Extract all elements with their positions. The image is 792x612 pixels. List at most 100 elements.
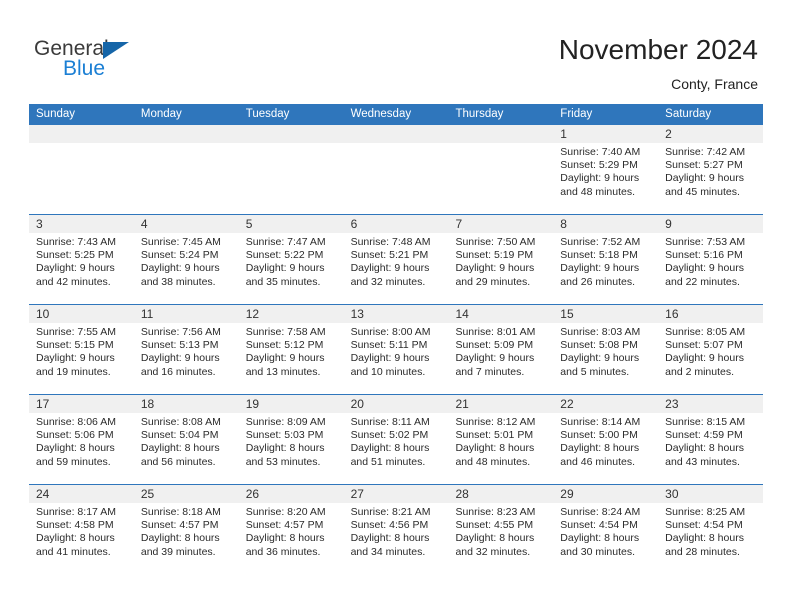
day-info: Sunrise: 7:48 AM Sunset: 5:21 PM Daylight:… bbox=[344, 233, 449, 289]
sunset-text: Sunset: 5:03 PM bbox=[245, 429, 324, 442]
day-cell[interactable]: 10 Sunrise: 7:55 AM Sunset: 5:15 PM Dayligh… bbox=[29, 305, 134, 394]
day-cell[interactable]: 21 Sunrise: 8:12 AM Sunset: 5:01 PM Dayligh… bbox=[448, 395, 554, 484]
sunset-text: Sunset: 4:56 PM bbox=[350, 519, 429, 532]
day-info: Sunrise: 8:17 AM Sunset: 4:58 PM Daylight:… bbox=[29, 503, 134, 559]
daylight-text-line2: and 53 minutes. bbox=[245, 455, 321, 468]
day-cell[interactable]: 6 Sunrise: 7:48 AM Sunset: 5:21 PM Daylight… bbox=[343, 215, 449, 304]
daylight-text-line2: and 38 minutes. bbox=[140, 275, 216, 288]
day-cell[interactable]: 20 Sunrise: 8:11 AM Sunset: 5:02 PM Dayligh… bbox=[343, 395, 449, 484]
daylight-text-line1: Daylight: 8 hours bbox=[140, 442, 220, 455]
day-number: 26 bbox=[238, 485, 344, 503]
day-number: 16 bbox=[658, 305, 764, 323]
sunrise-text: Sunrise: 8:23 AM bbox=[455, 506, 536, 518]
daylight-text-line2: and 32 minutes. bbox=[455, 545, 531, 558]
daylight-text-line1: Daylight: 8 hours bbox=[560, 532, 640, 545]
day-cell[interactable]: 5 Sunrise: 7:47 AM Sunset: 5:22 PM Daylight… bbox=[238, 215, 344, 304]
day-cell[interactable]: 16 Sunrise: 8:05 AM Sunset: 5:07 PM Dayligh… bbox=[658, 305, 764, 394]
day-number: 1 bbox=[553, 125, 659, 143]
daylight-text-line2: and 56 minutes. bbox=[140, 455, 216, 468]
sunrise-text: Sunrise: 8:06 AM bbox=[36, 416, 116, 428]
sunrise-text: Sunrise: 8:08 AM bbox=[140, 416, 221, 428]
day-cell[interactable]: 22 Sunrise: 8:14 AM Sunset: 5:00 PM Dayligh… bbox=[553, 395, 659, 484]
day-cell[interactable]: 29 Sunrise: 8:24 AM Sunset: 4:54 PM Dayligh… bbox=[553, 485, 659, 574]
day-info: Sunrise: 8:01 AM Sunset: 5:09 PM Daylight:… bbox=[448, 323, 553, 379]
daylight-text-line2: and 10 minutes. bbox=[350, 365, 426, 378]
day-number bbox=[133, 125, 239, 143]
daylight-text-line2: and 22 minutes. bbox=[665, 275, 740, 288]
day-cell[interactable]: 26 Sunrise: 8:20 AM Sunset: 4:57 PM Dayligh… bbox=[238, 485, 344, 574]
daylight-text-line1: Daylight: 8 hours bbox=[350, 532, 430, 545]
day-cell[interactable]: 9 Sunrise: 7:53 AM Sunset: 5:16 PM Daylight… bbox=[658, 215, 764, 304]
sunset-text: Sunset: 5:18 PM bbox=[560, 249, 638, 262]
day-number bbox=[238, 125, 344, 143]
day-cell[interactable]: 28 Sunrise: 8:23 AM Sunset: 4:55 PM Dayligh… bbox=[448, 485, 554, 574]
sunrise-text: Sunrise: 8:09 AM bbox=[245, 416, 326, 428]
sunrise-text: Sunrise: 7:55 AM bbox=[36, 326, 116, 338]
daylight-text-line2: and 41 minutes. bbox=[36, 545, 111, 558]
day-info: Sunrise: 7:43 AM Sunset: 5:25 PM Daylight:… bbox=[29, 233, 134, 289]
day-cell[interactable]: 13 Sunrise: 8:00 AM Sunset: 5:11 PM Dayligh… bbox=[343, 305, 449, 394]
day-info: Sunrise: 8:20 AM Sunset: 4:57 PM Daylight:… bbox=[239, 503, 344, 559]
day-cell[interactable]: 4 Sunrise: 7:45 AM Sunset: 5:24 PM Daylight… bbox=[133, 215, 239, 304]
calendar-page: General Blue November 2024 Conty, France… bbox=[0, 0, 792, 612]
day-info: Sunrise: 8:11 AM Sunset: 5:02 PM Daylight:… bbox=[344, 413, 449, 469]
daylight-text-line2: and 39 minutes. bbox=[140, 545, 216, 558]
weekday-header-tuesday: Tuesday bbox=[245, 108, 290, 120]
day-cell[interactable]: 1 Sunrise: 7:40 AM Sunset: 5:29 PM Daylight… bbox=[553, 125, 659, 214]
day-number: 7 bbox=[448, 215, 554, 233]
day-number: 15 bbox=[553, 305, 659, 323]
day-cell[interactable]: 11 Sunrise: 7:56 AM Sunset: 5:13 PM Dayligh… bbox=[133, 305, 239, 394]
day-cell[interactable]: 17 Sunrise: 8:06 AM Sunset: 5:06 PM Dayligh… bbox=[29, 395, 134, 484]
day-cell[interactable]: 8 Sunrise: 7:52 AM Sunset: 5:18 PM Daylight… bbox=[553, 215, 659, 304]
sunset-text: Sunset: 5:08 PM bbox=[560, 339, 638, 352]
day-cell[interactable]: 7 Sunrise: 7:50 AM Sunset: 5:19 PM Daylight… bbox=[448, 215, 554, 304]
day-number: 3 bbox=[29, 215, 134, 233]
day-cell[interactable]: 12 Sunrise: 7:58 AM Sunset: 5:12 PM Dayligh… bbox=[238, 305, 344, 394]
weekday-header-row: Sunday Monday Tuesday Wednesday Thursday Frid… bbox=[29, 104, 763, 125]
day-cell[interactable]: 15 Sunrise: 8:03 AM Sunset: 5:08 PM Dayligh… bbox=[553, 305, 659, 394]
day-info: Sunrise: 7:55 AM Sunset: 5:15 PM Daylight:… bbox=[29, 323, 134, 379]
day-cell[interactable]: 27 Sunrise: 8:21 AM Sunset: 4:56 PM Dayligh… bbox=[343, 485, 449, 574]
sunset-text: Sunset: 5:13 PM bbox=[140, 339, 219, 352]
day-cell[interactable]: 25 Sunrise: 8:18 AM Sunset: 4:57 PM Dayligh… bbox=[133, 485, 239, 574]
daylight-text-line2: and 19 minutes. bbox=[36, 365, 111, 378]
day-cell-empty bbox=[29, 125, 134, 214]
day-cell[interactable]: 19 Sunrise: 8:09 AM Sunset: 5:03 PM Dayligh… bbox=[238, 395, 344, 484]
daylight-text-line1: Daylight: 9 hours bbox=[665, 262, 744, 275]
daylight-text-line1: Daylight: 9 hours bbox=[350, 262, 430, 275]
sunset-text: Sunset: 5:27 PM bbox=[665, 159, 743, 172]
sunrise-text: Sunrise: 7:53 AM bbox=[665, 236, 746, 248]
calendar-week-row: 17 Sunrise: 8:06 AM Sunset: 5:06 PM Dayligh… bbox=[29, 394, 764, 484]
day-number: 11 bbox=[133, 305, 239, 323]
day-cell[interactable]: 14 Sunrise: 8:01 AM Sunset: 5:09 PM Dayligh… bbox=[448, 305, 554, 394]
calendar-grid: Sunday Monday Tuesday Wednesday Thursday Frid… bbox=[29, 104, 764, 574]
day-number: 2 bbox=[658, 125, 764, 143]
daylight-text-line2: and 28 minutes. bbox=[665, 545, 740, 558]
day-cell[interactable]: 24 Sunrise: 8:17 AM Sunset: 4:58 PM Dayligh… bbox=[29, 485, 134, 574]
day-info: Sunrise: 8:21 AM Sunset: 4:56 PM Daylight:… bbox=[344, 503, 449, 559]
day-cell[interactable]: 2 Sunrise: 7:42 AM Sunset: 5:27 PM Daylight… bbox=[658, 125, 764, 214]
day-cell[interactable]: 18 Sunrise: 8:08 AM Sunset: 5:04 PM Dayligh… bbox=[133, 395, 239, 484]
day-info: Sunrise: 8:03 AM Sunset: 5:08 PM Daylight:… bbox=[553, 323, 658, 379]
sunrise-text: Sunrise: 7:50 AM bbox=[455, 236, 536, 248]
day-number: 23 bbox=[658, 395, 764, 413]
daylight-text-line1: Daylight: 8 hours bbox=[245, 532, 325, 545]
day-info: Sunrise: 8:24 AM Sunset: 4:54 PM Daylight:… bbox=[553, 503, 658, 559]
sunset-text: Sunset: 4:55 PM bbox=[455, 519, 534, 532]
daylight-text-line1: Daylight: 9 hours bbox=[350, 352, 430, 365]
day-cell[interactable]: 23 Sunrise: 8:15 AM Sunset: 4:59 PM Dayligh… bbox=[658, 395, 764, 484]
daylight-text-line2: and 59 minutes. bbox=[36, 455, 111, 468]
triangle-icon bbox=[103, 42, 129, 59]
sunset-text: Sunset: 4:58 PM bbox=[36, 519, 114, 532]
day-info: Sunrise: 8:09 AM Sunset: 5:03 PM Daylight:… bbox=[239, 413, 344, 469]
day-cell[interactable]: 30 Sunrise: 8:25 AM Sunset: 4:54 PM Dayligh… bbox=[658, 485, 764, 574]
sunrise-text: Sunrise: 8:05 AM bbox=[665, 326, 746, 338]
title-block: November 2024 Conty, France bbox=[559, 33, 758, 94]
daylight-text-line1: Daylight: 8 hours bbox=[36, 532, 115, 545]
day-number: 21 bbox=[448, 395, 554, 413]
daylight-text-line2: and 29 minutes. bbox=[455, 275, 531, 288]
day-cell[interactable]: 3 Sunrise: 7:43 AM Sunset: 5:25 PM Daylight… bbox=[29, 215, 134, 304]
daylight-text-line1: Daylight: 8 hours bbox=[455, 442, 535, 455]
weekday-header-thursday: Thursday bbox=[455, 108, 504, 120]
brand-logo[interactable]: General Blue bbox=[34, 38, 164, 86]
